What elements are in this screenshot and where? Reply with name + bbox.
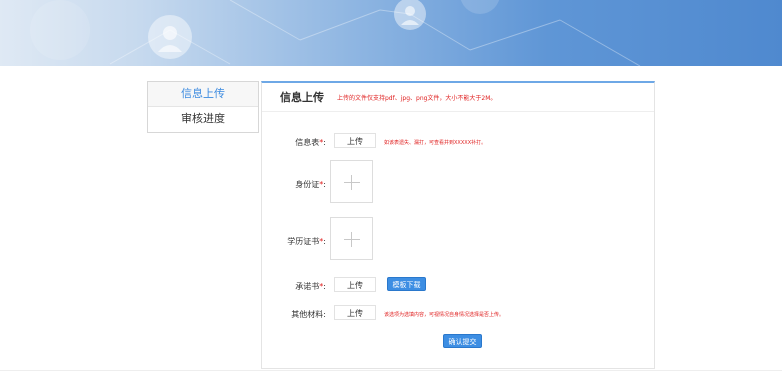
info-table-hint: 如该表遗失、漏打，可查看并到XXXXX补打。 (384, 140, 487, 146)
user-avatar-icon (394, 0, 426, 30)
diploma-label: 学历证书*: (287, 237, 326, 246)
plus-icon (344, 239, 360, 240)
upload-panel: 信息上传 上传的文件仅支持pdf、jpg、png文件，大小不能大于2M。 信息表… (261, 81, 655, 369)
commitment-label: 承诺书*: (295, 282, 326, 291)
footer-divider (0, 370, 782, 371)
panel-title: 信息上传 (280, 91, 324, 104)
panel-header: 信息上传 上传的文件仅支持pdf、jpg、png文件，大小不能大于2M。 (262, 83, 654, 112)
other-materials-label: 其他材料: (291, 310, 326, 319)
header-banner (0, 0, 782, 66)
submit-button[interactable]: 确认提交 (443, 334, 482, 348)
other-materials-hint: 该选项为选填内容，可视情况自身情况选择是否上传。 (384, 312, 505, 318)
info-table-label: 信息表*: (295, 138, 326, 147)
sidebar-item-review-progress[interactable]: 审核进度 (148, 107, 258, 131)
sidebar-item-info-upload[interactable]: 信息上传 (148, 82, 258, 107)
id-card-label: 身份证*: (295, 180, 326, 189)
file-format-note: 上传的文件仅支持pdf、jpg、png文件，大小不能大于2M。 (337, 95, 497, 102)
plus-icon (344, 182, 360, 183)
commitment-upload-button[interactable]: 上传 (334, 277, 376, 292)
user-avatar-icon (148, 15, 192, 59)
banner-decoration (30, 0, 641, 66)
template-download-button[interactable]: 模板下载 (387, 277, 426, 291)
id-card-upload-box[interactable] (330, 160, 373, 203)
info-table-upload-button[interactable]: 上传 (334, 133, 376, 148)
other-upload-button[interactable]: 上传 (334, 305, 376, 320)
sidebar-nav: 信息上传 审核进度 (147, 81, 259, 133)
diploma-upload-box[interactable] (330, 217, 373, 260)
